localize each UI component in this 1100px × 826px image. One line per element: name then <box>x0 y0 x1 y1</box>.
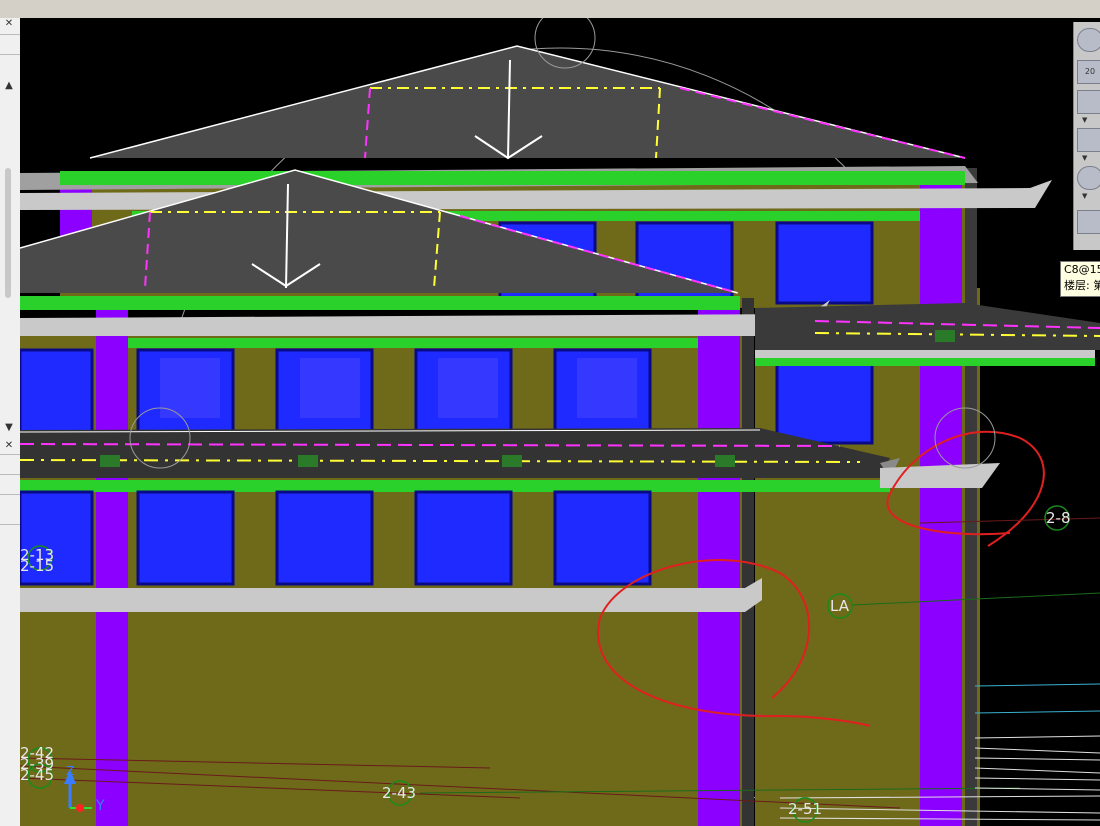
close-icon[interactable]: ✕ <box>2 440 16 452</box>
close-icon[interactable]: ✕ <box>2 18 16 30</box>
divider <box>0 524 20 525</box>
axis-origin <box>76 804 84 812</box>
chevron-down-icon[interactable]: ▼ <box>1082 116 1087 124</box>
divider <box>0 34 20 35</box>
tooltip-line-2: 楼层: 第 <box>1064 279 1100 292</box>
divider <box>0 454 20 455</box>
left-side-panel: ✕ ▲ ▼ ✕ <box>0 18 21 826</box>
tooltip-popup: C8@15 楼层: 第 <box>1060 261 1100 297</box>
grid-label-2-51: 2-51 <box>788 800 823 818</box>
middle-slab <box>20 428 890 478</box>
upper-roof <box>90 46 965 158</box>
grid-icon[interactable] <box>1077 210 1100 234</box>
toolbar-20-label: 20 <box>1084 67 1096 76</box>
lower-roof-slab <box>20 296 740 310</box>
divider <box>0 54 20 55</box>
box-icon[interactable] <box>1077 90 1100 114</box>
grid-label-2-15: 2-15 <box>20 557 55 575</box>
chevron-down-icon[interactable]: ▼ <box>1082 192 1087 200</box>
divider <box>0 494 20 495</box>
scroll-down-icon[interactable]: ▼ <box>2 422 16 434</box>
column-front-right <box>698 298 740 826</box>
orbit-icon[interactable] <box>1077 28 1100 52</box>
building-model-drawing <box>20 18 1100 826</box>
column-front-left <box>96 298 128 826</box>
column-right <box>920 168 962 826</box>
3d-model-viewport[interactable]: 2-8 LA 2-13 2-15 2-42 2-39 2-45 2-43 2-5… <box>20 18 1100 826</box>
upper-slab-green <box>60 171 965 185</box>
box-icon[interactable] <box>1077 128 1100 152</box>
chevron-down-icon[interactable]: ▼ <box>1082 154 1087 162</box>
view-cube-icon[interactable]: 20 <box>1077 60 1100 84</box>
grid-label-2-8: 2-8 <box>1046 509 1071 527</box>
scrollbar-thumb[interactable] <box>5 168 11 298</box>
rotate-icon[interactable] <box>1077 166 1100 190</box>
grid-label-2-43: 2-43 <box>382 784 417 802</box>
grid-label-2-45: 2-45 <box>20 766 55 784</box>
divider <box>0 474 20 475</box>
top-toolbar-strip <box>0 0 1100 19</box>
view-tool-palette: 20 ▼ ▼ ▼ <box>1073 22 1100 250</box>
tooltip-line-1: C8@15 <box>1064 263 1100 276</box>
grid-label-la: LA <box>830 597 849 615</box>
scroll-up-icon[interactable]: ▲ <box>2 80 16 92</box>
axis-z-label: Z <box>66 764 75 778</box>
axis-y-label: Y <box>96 798 105 814</box>
right-wall-shadow <box>965 168 977 826</box>
